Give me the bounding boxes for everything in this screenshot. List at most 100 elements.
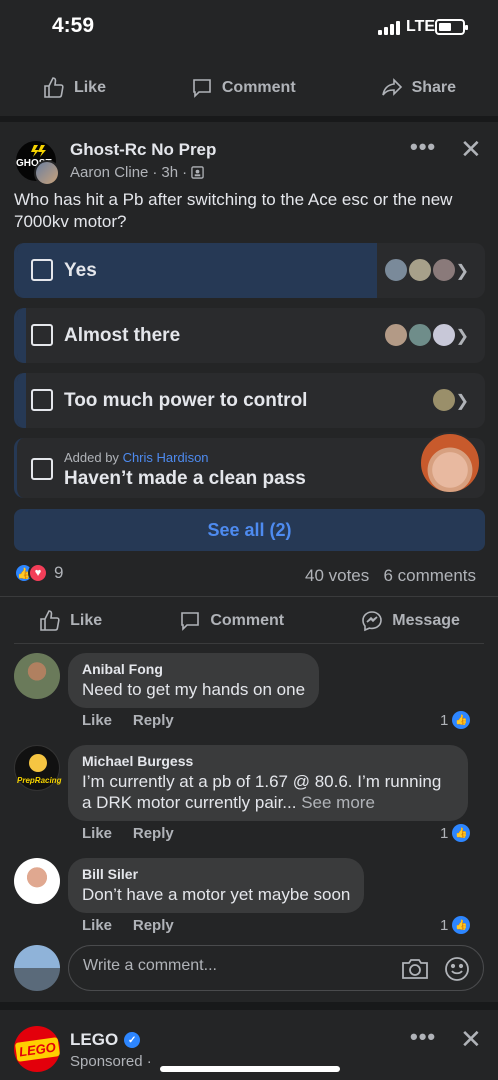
like-label: Like	[73, 79, 106, 96]
chevron-right-icon: ❯	[455, 263, 469, 280]
poll-option-yes[interactable]: Yes ❯	[14, 243, 485, 298]
added-by-user[interactable]: Chris Hardison	[123, 450, 209, 465]
share-label: Share	[411, 79, 457, 96]
comment-text-body: I’m currently at a pb of 1.67 @ 80.6. I’…	[82, 772, 442, 812]
comment-input[interactable]	[83, 957, 383, 975]
comment-label: Comment	[210, 611, 285, 629]
post-stats: 40 votes 6 comments	[305, 566, 476, 586]
poll-option-too-much-power[interactable]: Too much power to control ❯	[14, 373, 485, 428]
share-button[interactable]: Share	[380, 76, 456, 100]
poll-option-label: Haven’t made a clean pass	[64, 468, 306, 489]
group-members-icon	[191, 166, 204, 179]
comment-text: I’m currently at a pb of 1.67 @ 80.6. I’…	[82, 771, 454, 813]
reactions-summary[interactable]: 👍 ♥ 9	[14, 563, 63, 583]
comments-count[interactable]: 6 comments	[383, 566, 476, 585]
poll-option-fill	[17, 373, 27, 428]
comment-button[interactable]: Comment	[190, 76, 296, 100]
comment-text: Don’t have a motor yet maybe soon	[82, 885, 351, 904]
commenter-name[interactable]: Michael Burgess	[82, 753, 454, 769]
comment-text: Need to get my hands on one	[82, 680, 306, 699]
lego-logo[interactable]: LEGO	[14, 1026, 60, 1072]
checkbox[interactable]	[31, 389, 53, 411]
poll-option-clean-pass[interactable]: Added by Chris Hardison Haven’t made a c…	[14, 438, 485, 498]
poll-option-label: Yes	[64, 260, 97, 281]
like-label: Like	[70, 611, 103, 629]
comment-like-button[interactable]: Like	[82, 917, 112, 934]
like-button[interactable]: Like	[42, 76, 106, 100]
network-label: LTE	[406, 18, 436, 35]
comment-like-button[interactable]: Like	[82, 712, 112, 729]
comment-button[interactable]: Comment	[178, 609, 284, 633]
love-reaction-icon: ♥	[28, 563, 48, 583]
comment-like-button[interactable]: Like	[82, 825, 112, 842]
author-avatar[interactable]	[34, 160, 60, 186]
voter-avatar	[407, 257, 433, 283]
status-time: 4:59	[52, 14, 95, 37]
poll-option-fill	[17, 308, 27, 363]
emoji-icon[interactable]	[444, 956, 470, 982]
voter-avatar	[431, 257, 457, 283]
checkbox[interactable]	[31, 458, 53, 480]
lightning-icon	[31, 145, 46, 157]
comment-actions: Like Reply	[82, 917, 174, 934]
commenter-avatar[interactable]: PrepRacing	[14, 745, 62, 791]
chevron-right-icon: ❯	[455, 328, 469, 345]
reaction-count: 9	[54, 563, 64, 582]
group-name[interactable]: Ghost-Rc No Prep	[70, 140, 216, 160]
commenter-name[interactable]: Anibal Fong	[82, 661, 305, 677]
comment-actions: Like Reply	[82, 712, 174, 729]
post-text: Who has hit a Pb after switching to the …	[14, 190, 453, 231]
signal-icon	[378, 21, 400, 35]
commenter-avatar-bubble[interactable]	[419, 432, 481, 494]
comment-likes[interactable]: 1 👍	[440, 711, 471, 729]
like-reaction-icon: 👍	[452, 824, 471, 842]
like-button[interactable]: Like	[38, 609, 102, 633]
author-name[interactable]: Aaron Cline	[70, 164, 148, 181]
avatar-text: PrepRacing	[17, 776, 62, 785]
close-icon[interactable]: ✕	[460, 1024, 482, 1055]
see-more-link[interactable]: See more	[301, 793, 375, 812]
comment-bubble: Anibal Fong Need to get my hands on one	[68, 653, 320, 708]
poll-option-label: Too much power to control	[64, 390, 308, 411]
voter-avatar	[383, 257, 409, 283]
comment-icon	[181, 611, 200, 631]
checkbox[interactable]	[31, 259, 53, 281]
commenter-name[interactable]: Bill Siler	[82, 866, 350, 882]
post-actions: Like Comment Message	[0, 596, 498, 644]
more-options-icon[interactable]: •••	[410, 1024, 436, 1050]
voter-avatar	[431, 322, 457, 348]
comment-reply-button[interactable]: Reply	[133, 825, 174, 842]
camera-icon[interactable]	[401, 956, 429, 980]
like-reaction-icon: 👍	[452, 916, 471, 934]
post-meta: Aaron Cline · 3h ·	[70, 164, 204, 181]
comment-reply-button[interactable]: Reply	[133, 917, 174, 934]
votes-count[interactable]: 40 votes	[305, 566, 369, 585]
more-options-icon[interactable]: •••	[410, 134, 436, 160]
thumbs-up-icon	[40, 609, 60, 631]
comment-reply-button[interactable]: Reply	[133, 712, 174, 729]
poll-option-almost[interactable]: Almost there ❯	[14, 308, 485, 363]
comment-label: Comment	[221, 79, 296, 96]
comment-likes[interactable]: 1 👍	[440, 916, 471, 934]
like-reaction-icon: 👍	[452, 711, 471, 729]
commenter-avatar[interactable]	[14, 858, 60, 904]
comment-likes[interactable]: 1 👍	[440, 824, 471, 842]
advertiser-name[interactable]: LEGO	[70, 1030, 118, 1050]
see-all-button[interactable]: See all (2)	[14, 509, 485, 551]
post-time[interactable]: 3h	[161, 164, 178, 181]
voter-avatar	[407, 322, 433, 348]
commenter-avatar[interactable]	[14, 653, 60, 699]
checkbox[interactable]	[31, 324, 53, 346]
previous-post-actions: Like Comment Share	[0, 60, 498, 116]
message-button[interactable]: Message	[360, 609, 460, 633]
comment-input-box[interactable]	[68, 945, 484, 991]
lego-logo-text: LEGO	[14, 1036, 60, 1062]
poll-option-label: Almost there	[64, 325, 181, 346]
chevron-right-icon: ❯	[455, 393, 469, 410]
close-icon[interactable]: ✕	[460, 134, 482, 165]
divider	[14, 643, 484, 644]
page-name: LEGO ✓	[70, 1030, 141, 1050]
added-by-text: Added by Chris Hardison	[64, 450, 209, 465]
battery-icon	[435, 19, 468, 35]
my-avatar[interactable]	[14, 945, 60, 991]
